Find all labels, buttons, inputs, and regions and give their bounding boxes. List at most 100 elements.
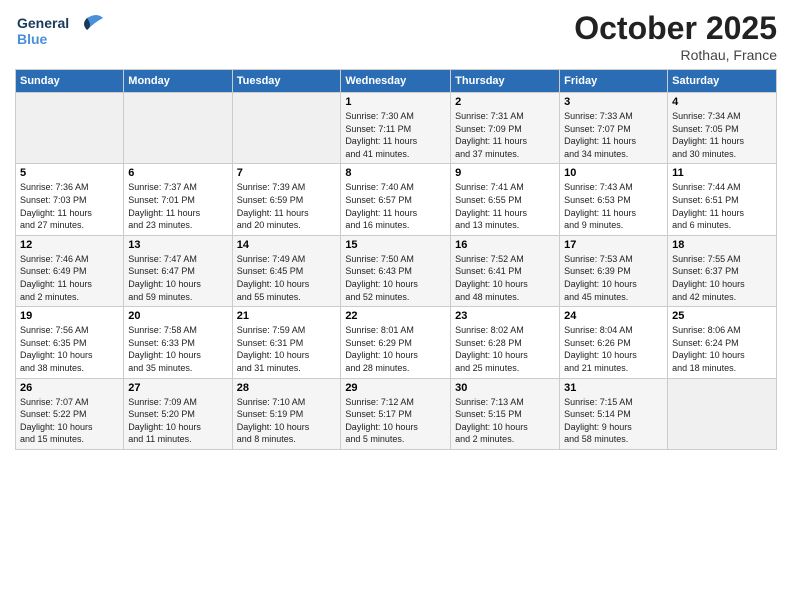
day-number: 11 — [672, 167, 772, 179]
svg-text:Blue: Blue — [17, 31, 48, 47]
calendar-cell: 4Sunrise: 7:34 AMSunset: 7:05 PMDaylight… — [668, 93, 777, 164]
calendar-cell: 15Sunrise: 7:50 AMSunset: 6:43 PMDayligh… — [341, 235, 451, 306]
calendar-cell: 30 Sunrise: 7:13 AMSunset: 5:15 PMDayligh… — [451, 378, 560, 449]
day-info: Sunrise: 7:31 AMSunset: 7:09 PMDaylight:… — [455, 110, 555, 160]
day-number: 10 — [564, 167, 663, 179]
calendar-week-row: 26 Sunrise: 7:07 AMSunset: 5:22 PMDayligh… — [16, 378, 777, 449]
calendar-cell — [232, 93, 341, 164]
day-number: 8 — [345, 167, 446, 179]
weekday-header-wednesday: Wednesday — [341, 70, 451, 93]
calendar-cell: 2 Sunrise: 7:31 AMSunset: 7:09 PMDaylight… — [451, 93, 560, 164]
day-number: 6 — [128, 167, 227, 179]
day-info: Sunrise: 7:43 AMSunset: 6:53 PMDaylight:… — [564, 181, 663, 231]
calendar-cell: 9Sunrise: 7:41 AMSunset: 6:55 PMDaylight… — [451, 164, 560, 235]
weekday-header-thursday: Thursday — [451, 70, 560, 93]
day-number: 18 — [672, 239, 772, 251]
day-info: Sunrise: 7:39 AMSunset: 6:59 PMDaylight:… — [237, 181, 337, 231]
calendar-cell: 24Sunrise: 8:04 AMSunset: 6:26 PMDayligh… — [560, 307, 668, 378]
calendar-cell: 8 Sunrise: 7:40 AMSunset: 6:57 PMDaylight… — [341, 164, 451, 235]
day-info: Sunrise: 7:15 AMSunset: 5:14 PMDaylight:… — [564, 396, 663, 446]
day-info: Sunrise: 7:53 AMSunset: 6:39 PMDaylight:… — [564, 253, 663, 303]
calendar-cell: 16Sunrise: 7:52 AMSunset: 6:41 PMDayligh… — [451, 235, 560, 306]
day-info: Sunrise: 7:37 AMSunset: 7:01 PMDaylight:… — [128, 181, 227, 231]
day-number: 24 — [564, 310, 663, 322]
calendar-cell: 12 Sunrise: 7:46 AMSunset: 6:49 PMDayligh… — [16, 235, 124, 306]
weekday-header-friday: Friday — [560, 70, 668, 93]
day-info: Sunrise: 7:09 AMSunset: 5:20 PMDaylight:… — [128, 396, 227, 446]
day-info: Sunrise: 7:40 AMSunset: 6:57 PMDaylight:… — [345, 181, 446, 231]
calendar-cell: 22 Sunrise: 8:01 AMSunset: 6:29 PMDayligh… — [341, 307, 451, 378]
calendar-cell: 26 Sunrise: 7:07 AMSunset: 5:22 PMDayligh… — [16, 378, 124, 449]
day-info: Sunrise: 8:01 AMSunset: 6:29 PMDaylight:… — [345, 324, 446, 374]
calendar-cell: 19 Sunrise: 7:56 AMSunset: 6:35 PMDayligh… — [16, 307, 124, 378]
calendar-week-row: 1 Sunrise: 7:30 AMSunset: 7:11 PMDaylight… — [16, 93, 777, 164]
calendar-table: SundayMondayTuesdayWednesdayThursdayFrid… — [15, 69, 777, 450]
day-info: Sunrise: 7:41 AMSunset: 6:55 PMDaylight:… — [455, 181, 555, 231]
calendar-cell: 1 Sunrise: 7:30 AMSunset: 7:11 PMDaylight… — [341, 93, 451, 164]
calendar-cell: 7Sunrise: 7:39 AMSunset: 6:59 PMDaylight… — [232, 164, 341, 235]
location: Rothau, France — [574, 47, 777, 63]
day-info: Sunrise: 7:59 AMSunset: 6:31 PMDaylight:… — [237, 324, 337, 374]
calendar-cell: 28Sunrise: 7:10 AMSunset: 5:19 PMDayligh… — [232, 378, 341, 449]
day-number: 1 — [345, 96, 446, 108]
calendar-week-row: 12 Sunrise: 7:46 AMSunset: 6:49 PMDayligh… — [16, 235, 777, 306]
calendar-cell — [668, 378, 777, 449]
calendar-cell: 31Sunrise: 7:15 AMSunset: 5:14 PMDayligh… — [560, 378, 668, 449]
day-number: 30 — [455, 382, 555, 394]
day-info: Sunrise: 7:07 AMSunset: 5:22 PMDaylight:… — [20, 396, 119, 446]
title-block: October 2025 Rothau, France — [574, 10, 777, 63]
day-info: Sunrise: 7:47 AMSunset: 6:47 PMDaylight:… — [128, 253, 227, 303]
day-info: Sunrise: 7:46 AMSunset: 6:49 PMDaylight:… — [20, 253, 119, 303]
day-info: Sunrise: 7:58 AMSunset: 6:33 PMDaylight:… — [128, 324, 227, 374]
weekday-header-tuesday: Tuesday — [232, 70, 341, 93]
day-number: 28 — [237, 382, 337, 394]
day-number: 29 — [345, 382, 446, 394]
day-number: 5 — [20, 167, 119, 179]
day-number: 14 — [237, 239, 337, 251]
day-info: Sunrise: 7:12 AMSunset: 5:17 PMDaylight:… — [345, 396, 446, 446]
day-info: Sunrise: 7:33 AMSunset: 7:07 PMDaylight:… — [564, 110, 663, 160]
day-number: 27 — [128, 382, 227, 394]
day-number: 26 — [20, 382, 119, 394]
day-info: Sunrise: 7:56 AMSunset: 6:35 PMDaylight:… — [20, 324, 119, 374]
day-number: 3 — [564, 96, 663, 108]
day-info: Sunrise: 7:52 AMSunset: 6:41 PMDaylight:… — [455, 253, 555, 303]
weekday-header-row: SundayMondayTuesdayWednesdayThursdayFrid… — [16, 70, 777, 93]
day-number: 19 — [20, 310, 119, 322]
day-number: 13 — [128, 239, 227, 251]
weekday-header-saturday: Saturday — [668, 70, 777, 93]
header: General Blue October 2025 Rothau, France — [15, 10, 777, 63]
day-info: Sunrise: 7:30 AMSunset: 7:11 PMDaylight:… — [345, 110, 446, 160]
calendar-cell: 3 Sunrise: 7:33 AMSunset: 7:07 PMDaylight… — [560, 93, 668, 164]
day-number: 23 — [455, 310, 555, 322]
calendar-cell: 21 Sunrise: 7:59 AMSunset: 6:31 PMDayligh… — [232, 307, 341, 378]
calendar-cell: 5Sunrise: 7:36 AMSunset: 7:03 PMDaylight… — [16, 164, 124, 235]
calendar-cell: 11 Sunrise: 7:44 AMSunset: 6:51 PMDayligh… — [668, 164, 777, 235]
day-number: 22 — [345, 310, 446, 322]
calendar-cell: 10 Sunrise: 7:43 AMSunset: 6:53 PMDayligh… — [560, 164, 668, 235]
day-info: Sunrise: 7:49 AMSunset: 6:45 PMDaylight:… — [237, 253, 337, 303]
day-number: 17 — [564, 239, 663, 251]
calendar-cell: 23 Sunrise: 8:02 AMSunset: 6:28 PMDayligh… — [451, 307, 560, 378]
calendar-cell: 6 Sunrise: 7:37 AMSunset: 7:01 PMDaylight… — [124, 164, 232, 235]
day-number: 2 — [455, 96, 555, 108]
weekday-header-monday: Monday — [124, 70, 232, 93]
calendar-cell — [124, 93, 232, 164]
calendar-cell: 29 Sunrise: 7:12 AMSunset: 5:17 PMDayligh… — [341, 378, 451, 449]
day-number: 12 — [20, 239, 119, 251]
calendar-cell: 20Sunrise: 7:58 AMSunset: 6:33 PMDayligh… — [124, 307, 232, 378]
month-title: October 2025 — [574, 10, 777, 47]
day-number: 4 — [672, 96, 772, 108]
day-info: Sunrise: 8:02 AMSunset: 6:28 PMDaylight:… — [455, 324, 555, 374]
day-number: 21 — [237, 310, 337, 322]
logo-icon: General Blue — [15, 10, 105, 52]
calendar-cell: 27 Sunrise: 7:09 AMSunset: 5:20 PMDayligh… — [124, 378, 232, 449]
day-info: Sunrise: 7:55 AMSunset: 6:37 PMDaylight:… — [672, 253, 772, 303]
day-number: 15 — [345, 239, 446, 251]
logo: General Blue — [15, 10, 105, 57]
day-info: Sunrise: 7:44 AMSunset: 6:51 PMDaylight:… — [672, 181, 772, 231]
svg-text:General: General — [17, 15, 69, 31]
page: General Blue October 2025 Rothau, France… — [0, 0, 792, 612]
calendar-cell: 25Sunrise: 8:06 AMSunset: 6:24 PMDayligh… — [668, 307, 777, 378]
day-info: Sunrise: 7:13 AMSunset: 5:15 PMDaylight:… — [455, 396, 555, 446]
